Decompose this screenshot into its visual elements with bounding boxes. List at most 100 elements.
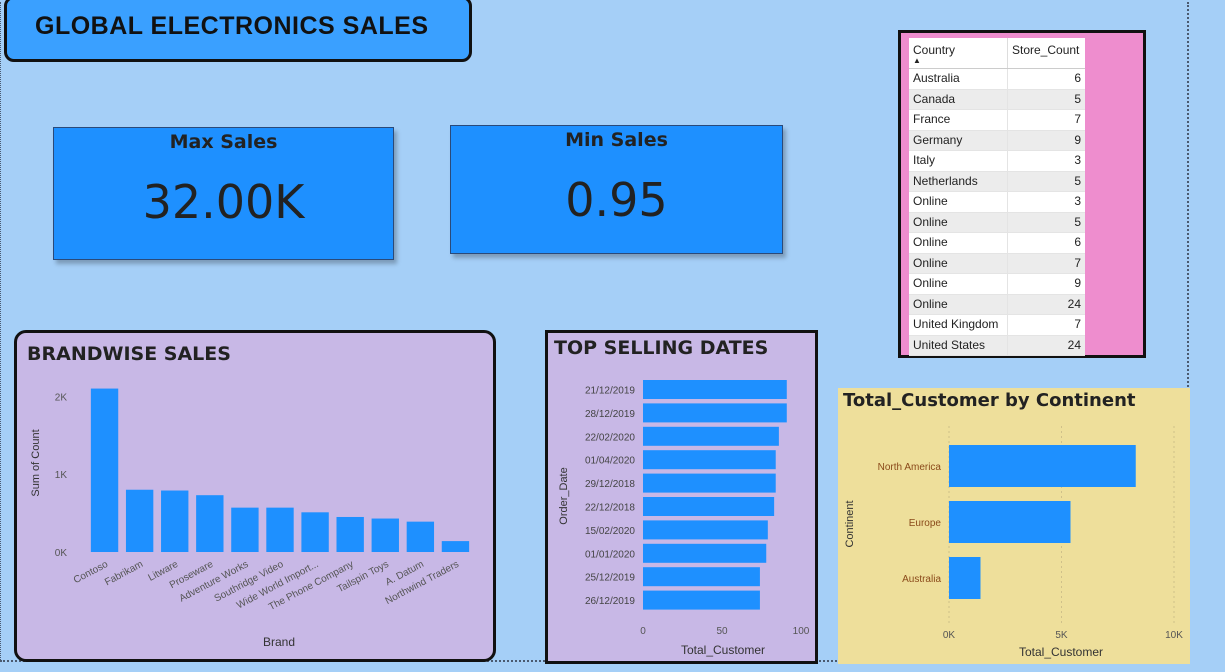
y-tick-label: Australia xyxy=(902,574,941,585)
bar[interactable] xyxy=(643,403,787,423)
bar[interactable] xyxy=(643,567,760,587)
store-count-table-frame: Country ▲ Store_Count Australia 6 Canada 5 F… xyxy=(898,30,1146,358)
bar[interactable] xyxy=(643,426,779,446)
continent-panel: Total_Customer by Continent North Americ… xyxy=(838,388,1190,664)
y-tick-label: 26/12/2019 xyxy=(585,596,635,607)
y-tick-label: 22/12/2018 xyxy=(585,503,635,514)
table-row[interactable]: Italy 3 xyxy=(909,151,1085,172)
min-sales-label: Min Sales xyxy=(565,129,668,151)
table-row[interactable]: Online 3 xyxy=(909,192,1085,213)
cell-country: United States xyxy=(913,337,986,352)
cell-country: Online xyxy=(913,194,948,208)
bar[interactable] xyxy=(231,507,259,552)
y-tick-label: 01/01/2020 xyxy=(585,549,635,560)
bar[interactable] xyxy=(161,490,189,552)
cell-store-count: 9 xyxy=(1007,274,1085,294)
cell-store-count: 3 xyxy=(1007,192,1085,212)
table-body: Australia 6 Canada 5 France 7 Germany 9 Italy 3 Ne… xyxy=(909,69,1085,356)
brandwise-sales-panel: BRANDWISE SALES 0K 1K 2K Contoso Fabrikam Lit… xyxy=(14,330,496,662)
y-axis-label: Order_Date xyxy=(558,467,570,524)
y-tick-label: 15/02/2020 xyxy=(585,526,635,537)
bar[interactable] xyxy=(406,521,435,552)
bar[interactable] xyxy=(336,516,364,552)
table-header: Country ▲ Store_Count xyxy=(909,38,1085,69)
bar[interactable] xyxy=(301,512,329,552)
bar[interactable] xyxy=(949,501,1071,543)
x-tick-label: 0 xyxy=(640,626,646,637)
table-row[interactable]: Germany 9 xyxy=(909,130,1085,151)
y-tick-label: 28/12/2019 xyxy=(585,409,635,420)
y-tick-label: 29/12/2018 xyxy=(585,479,635,490)
bar[interactable] xyxy=(90,388,119,552)
x-tick-label: 0K xyxy=(943,630,956,641)
bar[interactable] xyxy=(643,590,760,610)
y-tick-label: Europe xyxy=(909,518,942,529)
continent-chart: North America Europe Australia 0K 5K 10K Conti… xyxy=(844,426,1183,659)
cell-store-count: 6 xyxy=(1007,233,1085,253)
bar[interactable] xyxy=(643,473,776,493)
table-row[interactable]: Australia 6 xyxy=(909,69,1085,90)
cell-country: Canada xyxy=(913,91,956,106)
sort-ascending-icon: ▲ xyxy=(913,56,921,65)
table-row[interactable]: United States 24 xyxy=(909,335,1085,356)
store-count-table[interactable]: Country ▲ Store_Count Australia 6 Canada 5 F… xyxy=(909,38,1085,356)
brandwise-sales-chart: 0K1K2KContosoFabrikam LitwareProsewareAdv… xyxy=(30,388,470,649)
y-tick-label: 2K xyxy=(55,392,68,403)
table-row[interactable]: Canada 5 xyxy=(909,89,1085,110)
cell-country: Germany xyxy=(913,132,963,147)
y-tick-label: 21/12/2019 xyxy=(585,386,635,397)
x-axis-label: Total_Customer xyxy=(681,643,765,657)
bar[interactable] xyxy=(371,518,399,552)
table-row[interactable]: France 7 xyxy=(909,110,1085,131)
table-row[interactable]: Online 7 xyxy=(909,253,1085,274)
cell-store-count: 7 xyxy=(1007,110,1085,130)
max-sales-label: Max Sales xyxy=(169,131,278,153)
y-tick-label: 1K xyxy=(55,470,68,481)
cell-store-count: 24 xyxy=(1007,294,1085,314)
y-tick-label: 25/12/2019 xyxy=(585,573,635,584)
y-axis-label: Continent xyxy=(844,500,856,547)
cell-store-count: 3 xyxy=(1007,151,1085,171)
x-tick-label: 50 xyxy=(716,626,728,637)
cell-store-count: 7 xyxy=(1007,315,1085,335)
min-sales-card[interactable]: Min Sales 0.95 xyxy=(450,125,783,254)
y-axis-label: Sum of Count xyxy=(30,429,42,496)
column-header-store-count[interactable]: Store_Count xyxy=(1007,38,1085,68)
top-selling-dates-panel: TOP SELLING DATES 21/12/2019 28/12/2019 22… xyxy=(545,330,818,664)
cell-country: Online xyxy=(913,255,948,270)
bar[interactable] xyxy=(125,489,154,552)
y-tick-label: 22/02/2020 xyxy=(585,432,635,443)
bar[interactable] xyxy=(643,543,767,563)
bar[interactable] xyxy=(441,541,470,552)
bar[interactable] xyxy=(643,450,776,470)
cell-country: Italy xyxy=(913,153,936,167)
table-row[interactable]: Netherlands 5 xyxy=(909,171,1085,192)
x-tick-label: 5K xyxy=(1055,630,1068,641)
bar[interactable] xyxy=(196,495,224,552)
bar[interactable] xyxy=(266,507,294,552)
column-header-country[interactable]: Country ▲ xyxy=(909,38,1007,68)
max-sales-card[interactable]: Max Sales 32.00K xyxy=(53,127,394,260)
max-sales-value: 32.00K xyxy=(142,175,305,229)
y-tick-label: 0K xyxy=(55,548,68,559)
bar[interactable] xyxy=(949,445,1136,487)
cell-store-count: 24 xyxy=(1007,335,1085,355)
cell-store-count: 5 xyxy=(1007,89,1085,109)
bar[interactable] xyxy=(643,520,768,540)
top-selling-dates-chart: 21/12/2019 28/12/2019 22/02/2020 01/04/2020… xyxy=(558,380,810,657)
bar[interactable] xyxy=(643,497,775,516)
cell-store-count: 6 xyxy=(1007,69,1085,89)
table-row[interactable]: Online 24 xyxy=(909,294,1085,315)
cell-country: France xyxy=(913,112,951,126)
table-row[interactable]: Online 6 xyxy=(909,233,1085,254)
cell-country: United Kingdom xyxy=(913,317,999,331)
x-tick-label: 10K xyxy=(1165,630,1183,641)
bar[interactable] xyxy=(949,557,981,599)
table-row[interactable]: Online 9 xyxy=(909,274,1085,295)
cell-country: Australia xyxy=(913,71,960,85)
x-axis-label: Total_Customer xyxy=(1019,645,1103,659)
cell-country: Online xyxy=(913,296,948,311)
bar[interactable] xyxy=(643,380,787,399)
table-row[interactable]: Online 5 xyxy=(909,212,1085,233)
table-row[interactable]: United Kingdom 7 xyxy=(909,315,1085,336)
